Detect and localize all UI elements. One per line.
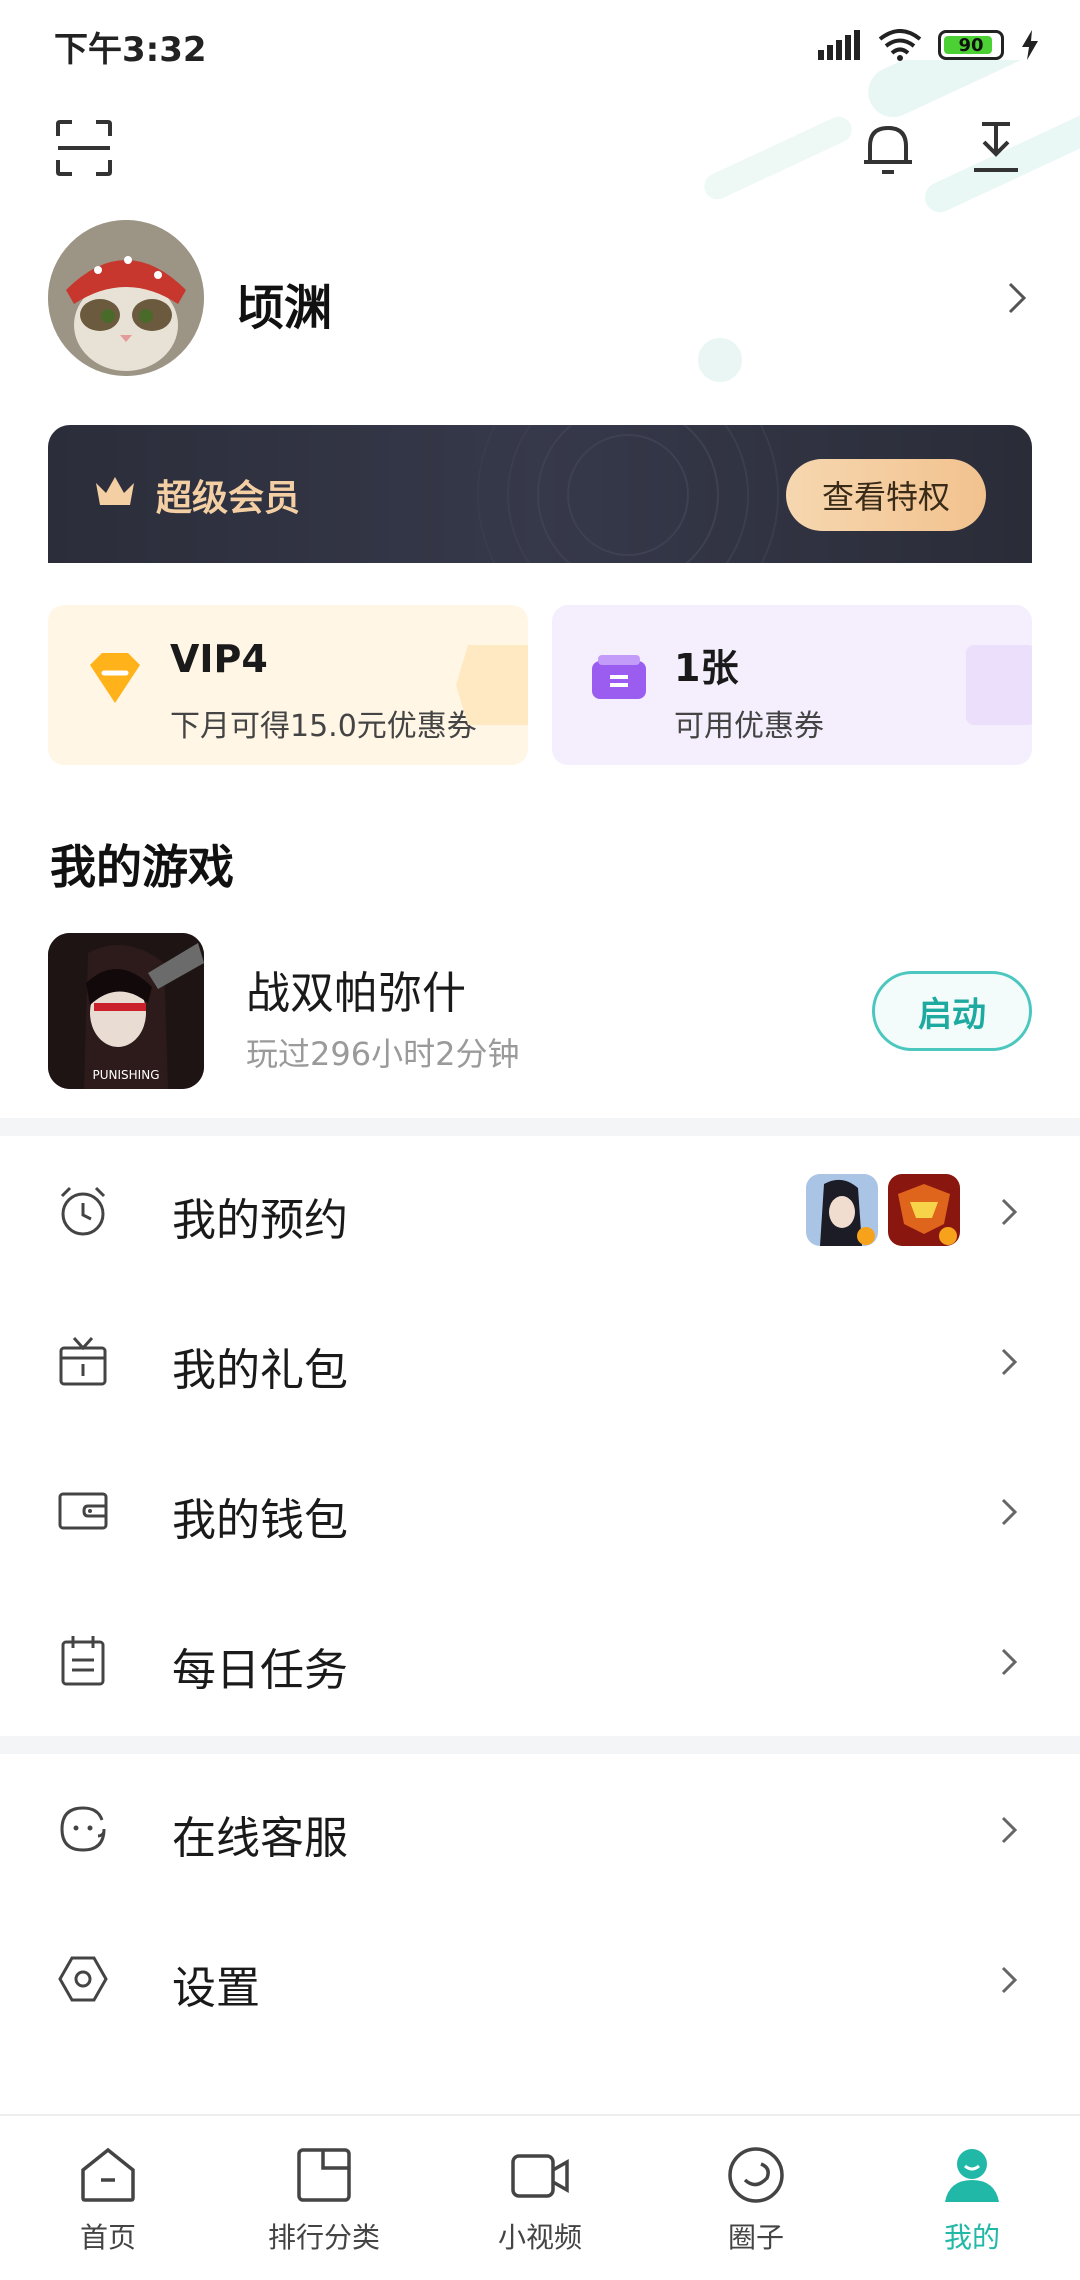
section-divider — [0, 1736, 1080, 1754]
game-row[interactable]: PUNISHING 战双帕弥什 玩过296小时2分钟 启动 — [48, 933, 1032, 1093]
download-icon[interactable] — [966, 118, 1026, 178]
view-privileges-button[interactable]: 查看特权 — [786, 459, 986, 531]
video-icon — [511, 2154, 569, 2198]
game-icon[interactable]: PUNISHING — [48, 933, 204, 1089]
battery-percent: 90 — [958, 34, 984, 56]
scan-icon[interactable] — [54, 118, 114, 178]
menu-label: 我的钱包 — [172, 1495, 348, 1546]
nav-short-video[interactable]: 小视频 — [432, 2116, 648, 2280]
charging-icon — [1022, 30, 1038, 60]
signal-icon — [818, 30, 860, 60]
menu-item-gift-packs[interactable]: 我的礼包 — [0, 1286, 1080, 1436]
reserved-game-thumbnail — [888, 1174, 960, 1246]
profile-icon — [945, 2149, 999, 2202]
bottom-navigation: 首页 排行分类 小视频 圈子 我的 — [0, 2114, 1080, 2280]
customer-service-icon — [60, 1806, 106, 1852]
nav-label: 我的 — [943, 2221, 1000, 2254]
vip-level: VIP4 — [170, 637, 268, 681]
game-icon-text: PUNISHING — [93, 1068, 160, 1082]
nav-home[interactable]: 首页 — [0, 2116, 216, 2280]
vip-coupon-note: 下月可得15.0元优惠券 — [170, 709, 477, 744]
menu-label: 我的预约 — [172, 1195, 348, 1246]
my-games-title: 我的游戏 — [50, 840, 234, 894]
coupon-card[interactable]: 1张 可用优惠券 — [552, 605, 1032, 765]
menu-label: 在线客服 — [172, 1813, 348, 1864]
chevron-right-icon — [1001, 1498, 1018, 1526]
coupon-card-decoration — [966, 645, 1032, 725]
menu-label: 我的礼包 — [172, 1345, 348, 1396]
banner-decoration — [477, 425, 779, 565]
wifi-icon — [878, 29, 922, 61]
game-name: 战双帕弥什 — [246, 968, 466, 1019]
reserved-game-thumbnail — [806, 1174, 878, 1246]
nav-ranking[interactable]: 排行分类 — [216, 2116, 432, 2280]
ranking-icon — [297, 2148, 351, 2202]
chevron-right-icon[interactable] — [1002, 278, 1032, 318]
menu-item-customer-service[interactable]: 在线客服 — [0, 1754, 1080, 1904]
menu-item-wallet[interactable]: 我的钱包 — [0, 1436, 1080, 1586]
main-card: VIP4 下月可得15.0元优惠券 1张 可用优惠券 我的游戏 PUNISHIN… — [0, 563, 1080, 1118]
section-divider — [0, 1118, 1080, 1136]
wallet-icon — [58, 1492, 108, 1530]
vip-card-decoration — [456, 645, 528, 725]
chevron-right-icon — [1001, 1966, 1018, 1994]
coupon-note: 可用优惠券 — [674, 709, 824, 744]
reserved-games-thumbnails — [806, 1174, 960, 1246]
menu-label: 每日任务 — [172, 1645, 348, 1696]
crown-icon — [96, 477, 134, 505]
vip-level-card[interactable]: VIP4 下月可得15.0元优惠券 — [48, 605, 528, 765]
nav-label: 首页 — [79, 2221, 136, 2254]
chevron-right-icon — [1001, 1198, 1018, 1226]
menu-item-reservations[interactable]: 我的预约 — [0, 1136, 1080, 1286]
nav-label: 小视频 — [497, 2221, 582, 2254]
settings-hexagon-icon — [58, 1956, 108, 2002]
chevron-right-icon — [1001, 1348, 1018, 1376]
chevron-right-icon — [1001, 1816, 1018, 1844]
nav-mine[interactable]: 我的 — [864, 2116, 1080, 2280]
status-time: 下午3:32 — [54, 30, 207, 70]
menu-label: 设置 — [172, 1963, 260, 2014]
nav-label: 排行分类 — [267, 2221, 380, 2254]
chevron-right-icon — [1001, 1648, 1018, 1676]
coupon-count: 1张 — [674, 646, 739, 690]
calendar-task-icon — [61, 1636, 105, 1686]
profile-row[interactable]: 顷渊 — [48, 220, 1032, 380]
menu-item-settings[interactable]: 设置 — [0, 1904, 1080, 2054]
nav-circle[interactable]: 圈子 — [648, 2116, 864, 2280]
avatar[interactable] — [48, 220, 204, 376]
super-vip-banner[interactable]: 超级会员 查看特权 — [48, 425, 1032, 565]
game-playtime: 玩过296小时2分钟 — [246, 1035, 520, 1073]
battery-indicator: 90 — [938, 30, 1004, 60]
gift-icon — [59, 1336, 107, 1386]
diamond-badge-icon — [90, 653, 140, 703]
bell-icon[interactable] — [858, 118, 918, 178]
launch-button[interactable]: 启动 — [872, 971, 1032, 1051]
username: 顷渊 — [236, 280, 333, 336]
ticket-icon — [592, 655, 646, 699]
home-icon — [81, 2147, 135, 2202]
alarm-clock-icon — [60, 1186, 106, 1236]
circle-icon — [728, 2147, 784, 2203]
super-vip-label: 超级会员 — [156, 478, 301, 519]
menu-item-daily-tasks[interactable]: 每日任务 — [0, 1586, 1080, 1736]
nav-label: 圈子 — [727, 2221, 784, 2254]
